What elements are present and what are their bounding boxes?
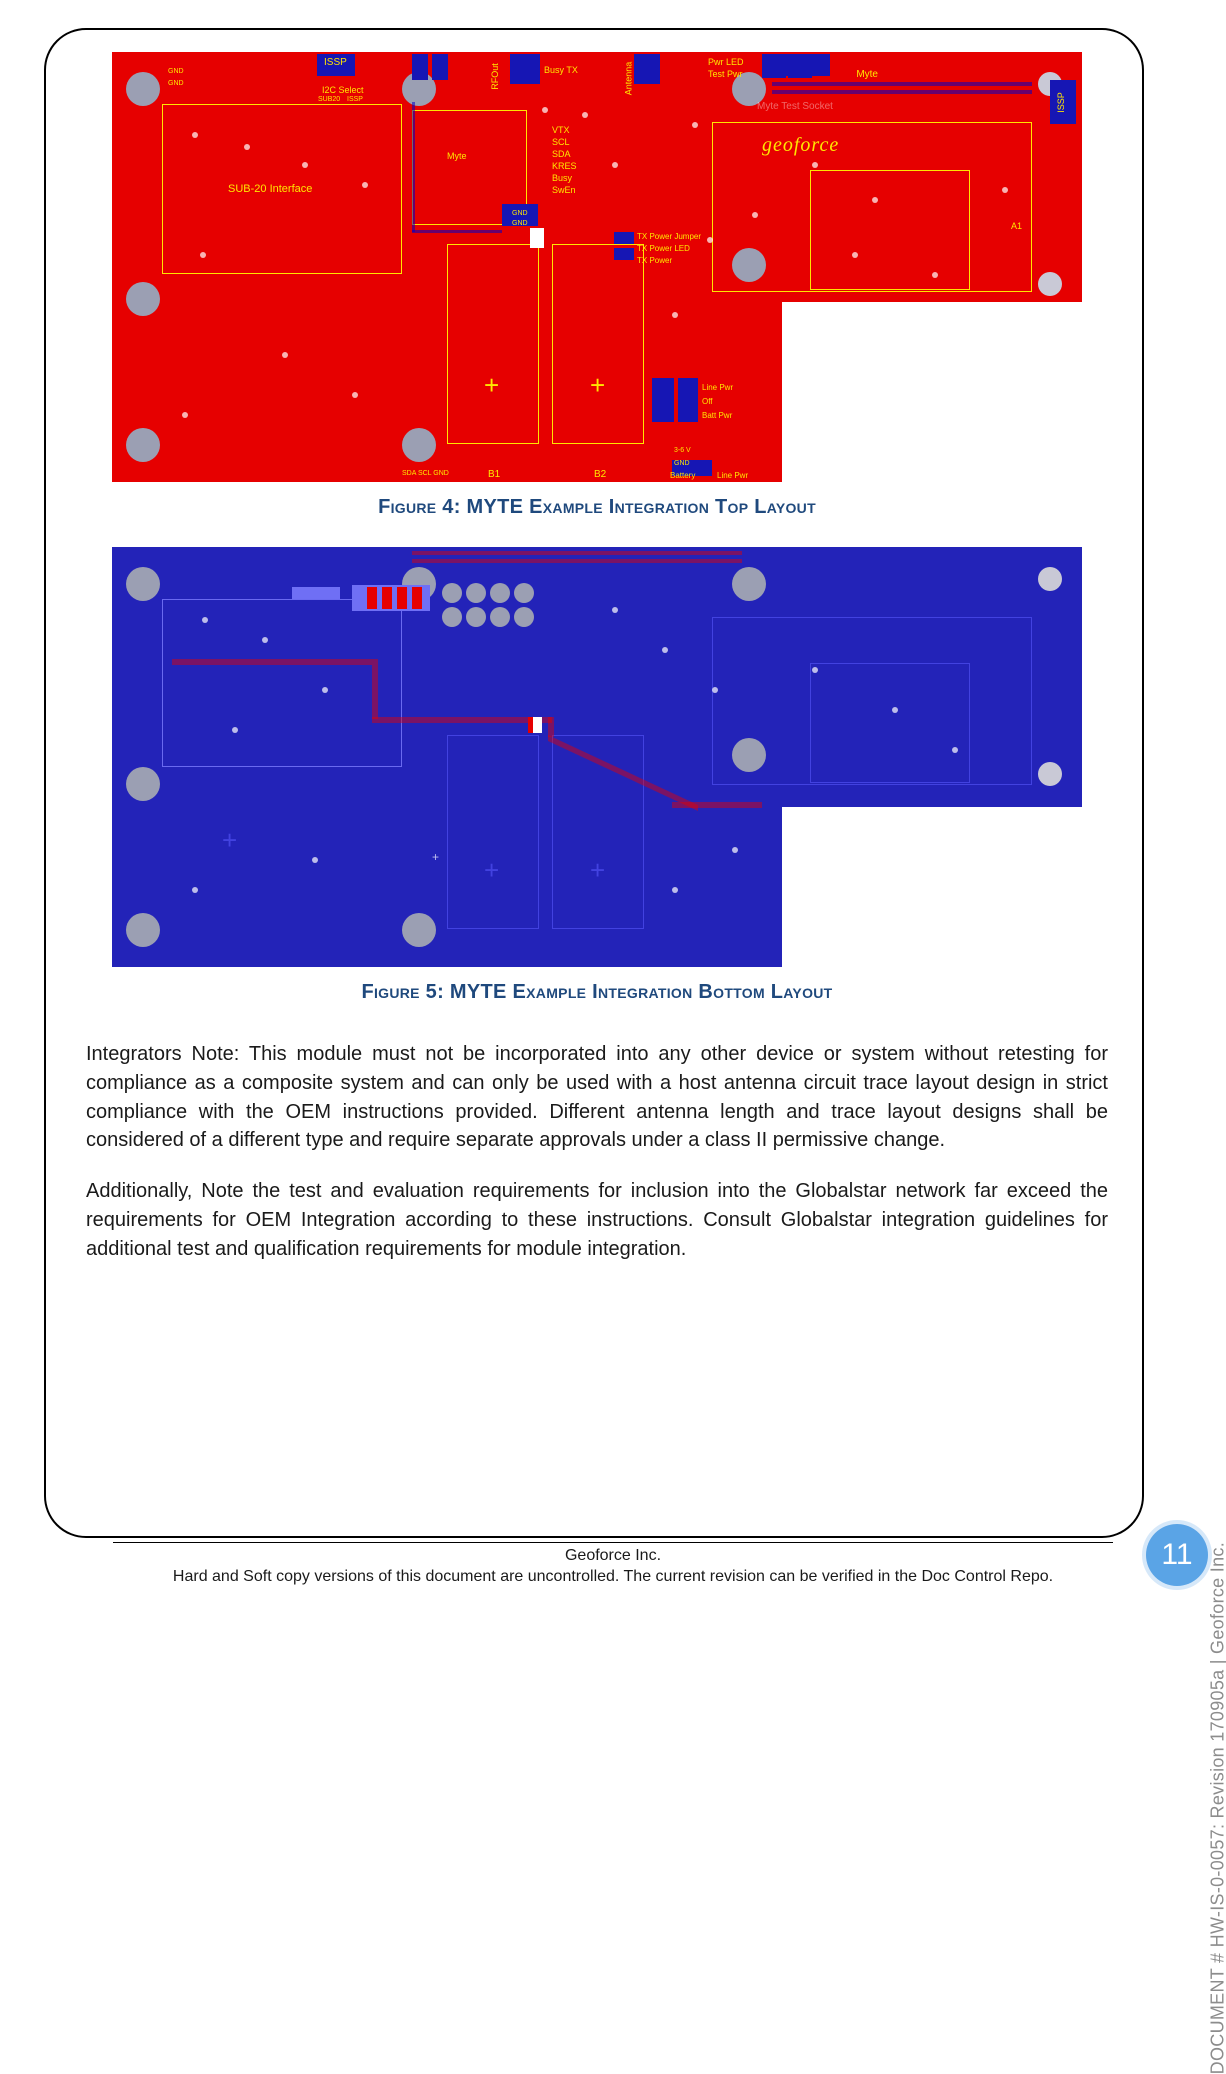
page-frame: + + ISSP I2C Select SUB-20 [44,28,1144,1538]
geoforce-logo-text: geoforce [762,134,839,157]
label-a1: A1 [1011,222,1022,231]
page-root: + + ISSP I2C Select SUB-20 [0,0,1226,1602]
label-gnd1: GND [168,68,184,75]
label-busy-tx: Busy TX [544,66,578,75]
label-tx-power-jumper: TX Power Jumper [637,233,701,241]
page-footer: Geoforce Inc. Hard and Soft copy version… [0,1542,1226,1588]
label-tx-power-led: TX Power LED [637,245,690,253]
label-antenna: Antenna [624,62,633,96]
figure4-caption: Figure 4: MYTE Example Integration Top L… [80,496,1114,519]
page-number-badge: 11 [1146,1524,1208,1586]
label-b1: B1 [488,470,500,480]
label-sub20-small: SUB20 [318,96,340,103]
label-swen: SwEn [552,186,576,195]
label-batt-pwr: Batt Pwr [702,412,732,420]
pcb-notch [782,302,1082,482]
label-scl: SCL [552,138,570,147]
label-myte-test-socket: Myte Test Socket [757,102,833,112]
footer-disclaimer: Hard and Soft copy versions of this docu… [0,1567,1226,1588]
label-sda: SDA [552,150,571,159]
label-gnd-mid: GND [512,210,528,217]
figure5-caption: Figure 5: MYTE Example Integration Botto… [80,981,1114,1004]
label-kres: KRES [552,162,577,171]
document-id-sidebar: DOCUMENT # HW-IS-0-0057: Revision 170905… [1207,1542,1226,2074]
label-b2: B2 [594,470,606,480]
label-busy: Busy [552,174,572,183]
pcb-top-layout: + + ISSP I2C Select SUB-20 [112,52,1082,482]
label-issp-right: ISSP [1057,92,1066,113]
integrators-note-2: Additionally, Note the test and evaluati… [86,1177,1108,1263]
label-gnd2: GND [168,80,184,87]
label-myte-right: Myte [856,70,878,80]
label-gnd-mid2: GND [512,220,528,227]
label-gnd-bot: GND [674,460,690,467]
label-line-pwr: Line Pwr [702,384,733,392]
figure5-container: + + + + [112,547,1082,967]
label-3-6v: 3-6 V [674,447,691,454]
pcb-notch-bottom [782,807,1082,967]
label-tx-power: TX Power [637,257,672,265]
pcb-bottom-layout: + + + + [112,547,1082,967]
label-vtx: VTX [552,126,570,135]
figure4-container: + + ISSP I2C Select SUB-20 [112,52,1082,482]
content-area: + + ISSP I2C Select SUB-20 [80,52,1114,1264]
label-line-pwr-lbl: Line Pwr [717,472,748,480]
label-rfout: RFOut [491,63,500,90]
label-pwr-led: Pwr LED [708,58,744,67]
page-number: 11 [1161,1538,1192,1572]
label-sub20-interface: SUB-20 Interface [228,184,312,195]
label-i2c-select: I2C Select [322,86,364,95]
label-test-pwr: Test Pwr [708,70,743,79]
footer-company: Geoforce Inc. [0,1546,1226,1567]
label-issp-small: ISSP [347,96,363,103]
label-sda-scl-gnd: SDA SCL GND [402,470,449,477]
label-off: Off [702,398,713,406]
label-myte: Myte [447,152,467,161]
label-battery: Battery [670,472,695,480]
label-issp: ISSP [324,58,347,68]
integrators-note-1: Integrators Note: This module must not b… [86,1040,1108,1155]
